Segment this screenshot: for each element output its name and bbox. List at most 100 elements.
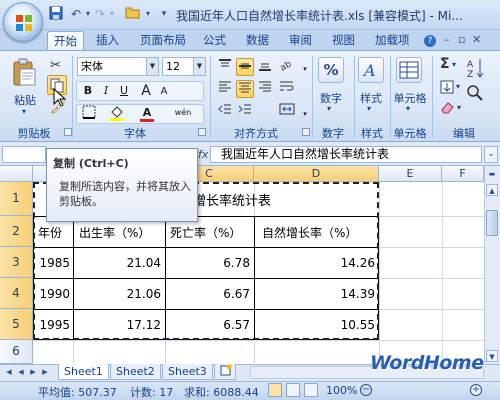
tab-addins[interactable]: 加载项 (369, 31, 416, 50)
sheet-tab-2[interactable]: Sheet2 (110, 364, 161, 380)
wordhome-watermark: WordHome (370, 352, 484, 374)
styles-icon[interactable]: A (358, 57, 384, 83)
font-launcher-icon[interactable] (198, 128, 206, 136)
styles-dropdown-icon[interactable]: ▾ (367, 104, 371, 113)
bold-button[interactable]: B (79, 82, 97, 100)
align-middle-icon[interactable] (236, 58, 254, 76)
clipboard-launcher-icon[interactable] (64, 128, 72, 136)
tab-formulas[interactable]: 公式 (197, 31, 232, 50)
column-header-f[interactable]: F (442, 166, 484, 182)
autosum-symbol: Σ (440, 56, 450, 72)
first-sheet-icon[interactable]: ◀ (4, 366, 14, 378)
autosum-dropdown-icon[interactable]: ▾ (452, 60, 456, 69)
column-header-d[interactable]: D (254, 166, 379, 182)
align-center-icon[interactable] (236, 80, 254, 98)
align-top-icon[interactable] (216, 58, 234, 76)
cut-icon[interactable]: ✂ (50, 58, 61, 73)
number-dropdown-icon[interactable]: ▾ (327, 104, 331, 113)
row-header-6[interactable]: 6 (0, 340, 33, 364)
tab-page-layout[interactable]: 页面布局 (134, 31, 192, 50)
grow-font-icon[interactable]: A (137, 82, 155, 100)
row-header-4[interactable]: 4 (0, 278, 33, 309)
sheet-tab-3[interactable]: Sheet3 (162, 364, 213, 380)
ribbon-minimize-icon[interactable]: – (444, 33, 450, 46)
normal-view-icon[interactable] (268, 383, 282, 397)
tab-review[interactable]: 审阅 (283, 31, 318, 50)
format-painter-icon[interactable]: 🖌 (50, 100, 67, 115)
ribbon-restore-icon[interactable]: ▫ (458, 33, 465, 46)
find-select-icon[interactable] (466, 84, 486, 104)
font-color-button[interactable]: A (138, 104, 156, 122)
row-header-3[interactable]: 3 (0, 247, 33, 278)
tab-data[interactable]: 数据 (240, 31, 275, 50)
name-box[interactable] (2, 146, 46, 163)
ribbon-close-icon[interactable]: ✕ (472, 33, 481, 46)
italic-button[interactable]: I (97, 82, 115, 100)
fill-dropdown-icon[interactable]: ▾ (456, 82, 460, 91)
page-break-view-icon[interactable] (304, 383, 318, 397)
fx-icon[interactable]: fx (198, 148, 208, 161)
align-right-icon[interactable] (256, 80, 274, 98)
paste-button-label[interactable]: 粘贴 (10, 92, 40, 108)
formula-expand-icon[interactable]: ⌄ (484, 146, 498, 163)
fx-label: fx (198, 148, 209, 161)
row-header-2[interactable]: 2 (0, 216, 33, 247)
zoom-in-icon[interactable]: + (470, 384, 482, 396)
open-dropdown-icon[interactable]: ▾ (140, 6, 156, 22)
cells-dropdown-icon[interactable]: ▾ (406, 104, 410, 113)
paste-icon[interactable] (12, 57, 38, 87)
split-box[interactable]: ▬ (486, 168, 498, 180)
select-all-corner[interactable] (0, 166, 33, 182)
sort-filter-icon[interactable]: AZ (466, 56, 486, 80)
clear-icon[interactable] (440, 100, 456, 114)
save-icon[interactable] (48, 6, 64, 22)
tab-insert[interactable]: 插入 (90, 31, 125, 50)
borders-icon[interactable] (80, 105, 98, 123)
phonetic-guide-button[interactable]: wén (170, 104, 196, 122)
insert-sheet-icon[interactable] (214, 364, 236, 380)
shrink-font-icon[interactable]: A (155, 83, 173, 101)
text-orientation-icon[interactable]: ab (278, 58, 296, 76)
tab-view[interactable]: 视图 (326, 31, 361, 50)
office-button[interactable] (3, 2, 43, 42)
font-size-value: 12 (166, 60, 180, 73)
status-mode-icon (6, 383, 36, 397)
fill-icon[interactable] (440, 80, 454, 94)
formula-input[interactable]: 我国近年人口自然增长率统计表 (210, 146, 482, 163)
last-sheet-icon[interactable]: ▶ (40, 366, 50, 378)
scroll-down-icon[interactable]: ▼ (486, 350, 498, 362)
page-layout-view-icon[interactable] (286, 383, 300, 397)
cells-icon[interactable] (396, 57, 422, 83)
open-icon[interactable] (124, 6, 140, 22)
scroll-up-icon[interactable]: ▲ (486, 184, 498, 196)
row-header-1[interactable]: 1 (0, 182, 33, 216)
group-divider (72, 56, 73, 138)
next-sheet-icon[interactable]: ▶ (28, 366, 38, 378)
tab-home[interactable]: 开始 (47, 31, 84, 50)
decrease-indent-icon[interactable] (216, 103, 234, 121)
font-size-select[interactable]: 12 ▼ (162, 57, 206, 76)
wrap-text-icon[interactable] (278, 80, 296, 98)
column-header-e[interactable]: E (379, 166, 442, 182)
prev-sheet-icon[interactable]: ◀ (16, 366, 26, 378)
sheet-tab-1[interactable]: Sheet1 (58, 364, 109, 380)
autosum-icon[interactable]: Σ (440, 56, 450, 72)
zoom-out-icon[interactable]: − (360, 384, 372, 396)
align-bottom-icon[interactable] (256, 58, 274, 76)
percent-icon[interactable]: % (318, 57, 344, 83)
font-name-select[interactable]: 宋体 ▼ (77, 57, 159, 76)
vertical-scroll-thumb[interactable] (486, 210, 498, 236)
zoom-level[interactable]: 100% (326, 384, 357, 397)
increase-indent-icon[interactable] (236, 103, 254, 121)
paste-dropdown-icon[interactable]: ▾ (22, 107, 26, 116)
fill-color-icon[interactable] (108, 105, 126, 123)
customize-icon[interactable]: ▾ (156, 6, 172, 22)
redo-dropdown-icon[interactable]: ▾ (104, 6, 120, 22)
help-icon[interactable]: ? (424, 35, 436, 47)
merge-center-icon[interactable] (278, 103, 296, 121)
row-header-5[interactable]: 5 (0, 309, 33, 340)
alignment-launcher-icon[interactable] (302, 128, 310, 136)
underline-button[interactable]: U (115, 82, 133, 100)
align-left-icon[interactable] (216, 80, 234, 98)
clear-dropdown-icon[interactable]: ▾ (457, 103, 461, 112)
